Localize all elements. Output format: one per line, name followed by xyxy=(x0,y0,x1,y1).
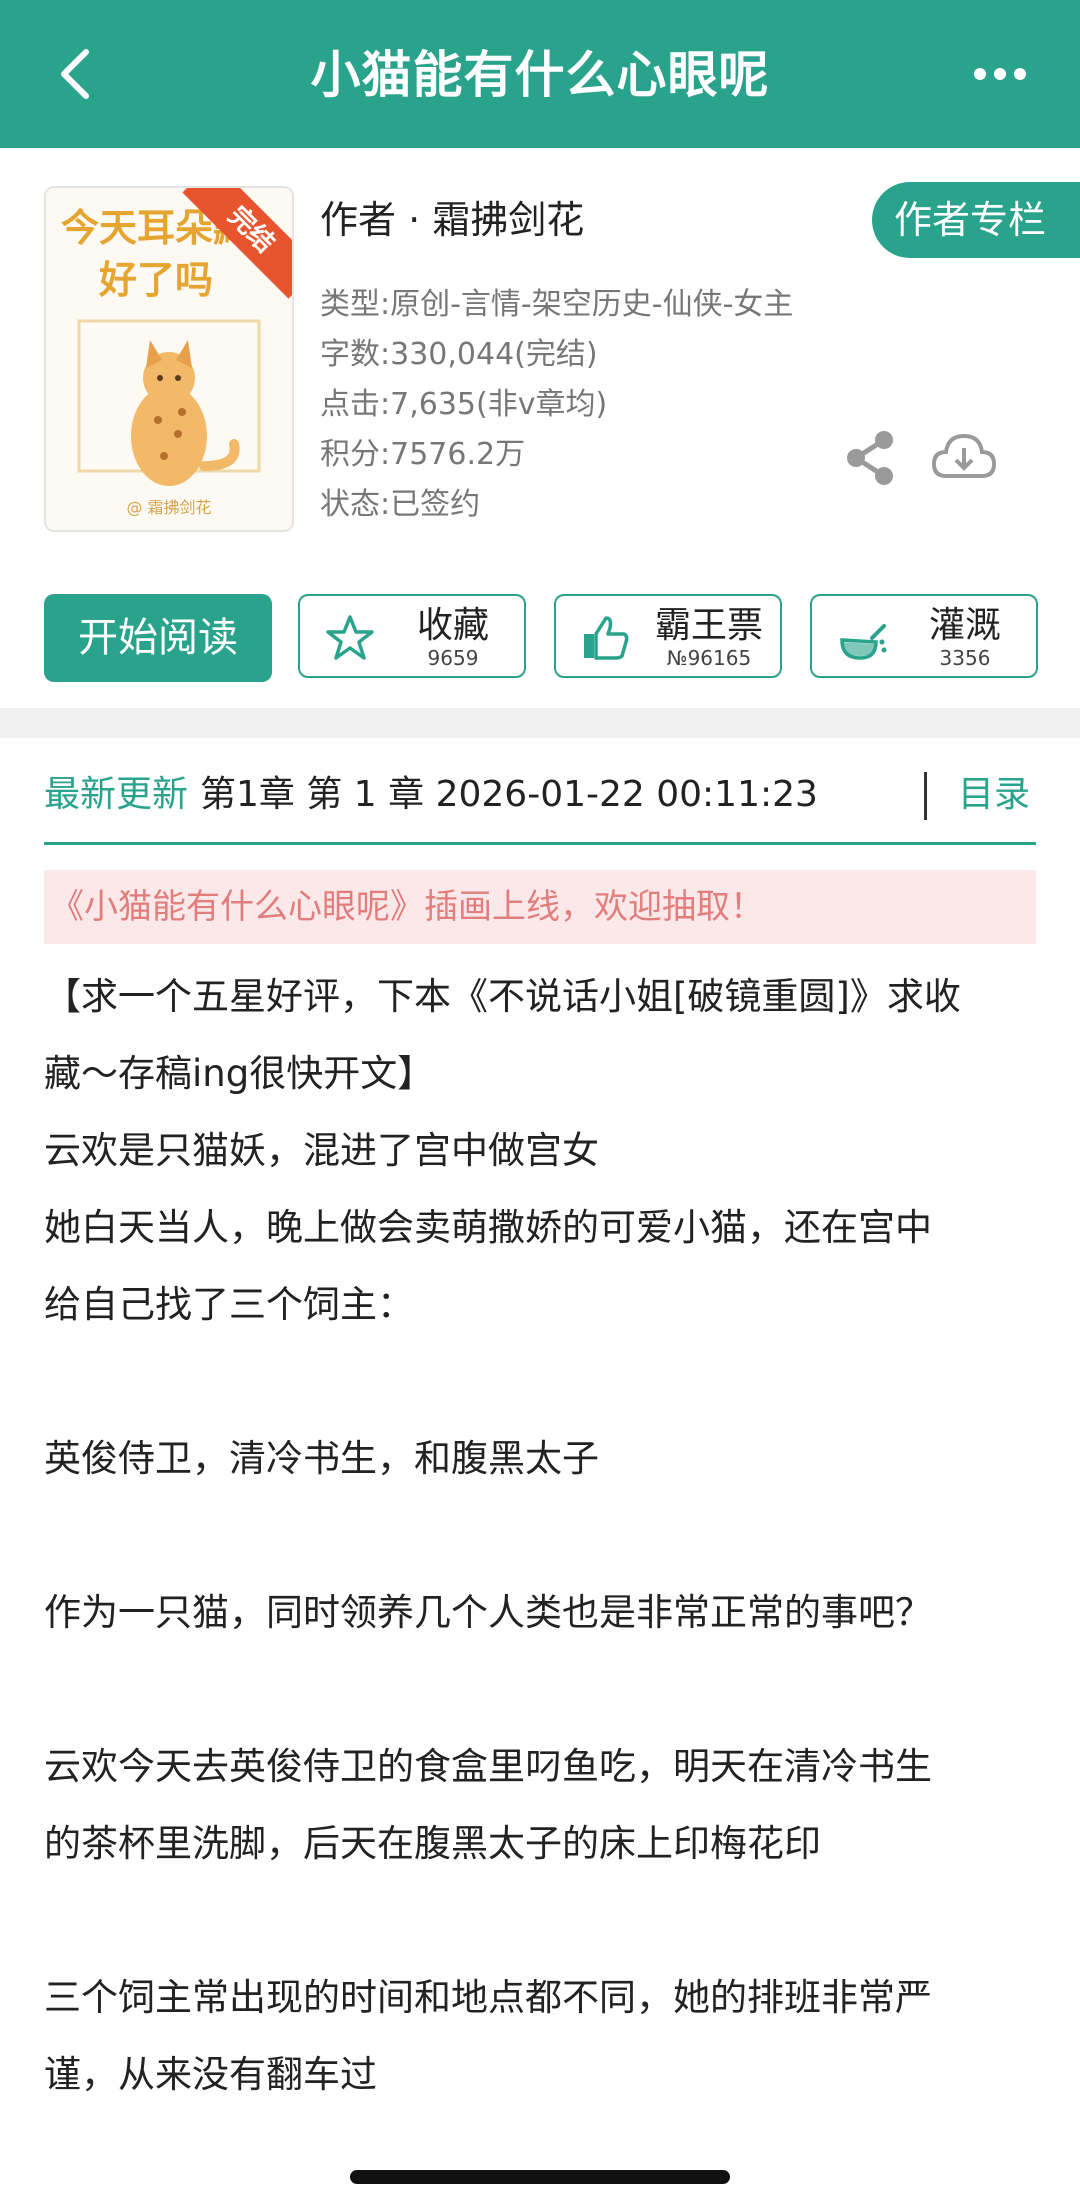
back-button[interactable] xyxy=(36,34,116,114)
collect-label: 收藏 xyxy=(416,605,489,646)
description-line: 给自己找了三个饲主： xyxy=(44,1283,414,1326)
meta-words: 字数:330,044(完结) xyxy=(320,337,598,372)
page-title: 小猫能有什么心眼呢 xyxy=(310,46,770,104)
divider xyxy=(924,772,927,820)
book-description: 【求一个五星好评，下本《不说话小姐[破镜重圆]》求收 藏～存稿ing很快开文】 … xyxy=(44,958,1044,2113)
description-line: 藏～存稿ing很快开文】 xyxy=(44,1052,435,1095)
author-column-button[interactable]: 作者专栏 xyxy=(872,182,1080,258)
description-line: 云欢今天去英俊侍卫的食盒里叼鱼吃，明天在清冷书生 xyxy=(44,1745,932,1788)
illustration-notice[interactable]: 《小猫能有什么心眼呢》插画上线，欢迎抽取！ xyxy=(44,870,1036,944)
description-line: 作为一只猫，同时领养几个人类也是非常正常的事吧？ xyxy=(44,1591,932,1634)
description-line: 【求一个五星好评，下本《不说话小姐[破镜重圆]》求收 xyxy=(44,975,961,1018)
bawang-ticket-button[interactable]: 霸王票 №96165 xyxy=(554,594,782,678)
section-divider xyxy=(0,708,1080,738)
watering-can-icon xyxy=(840,624,887,660)
share-button[interactable] xyxy=(842,428,898,488)
action-bar: 开始阅读 收藏 9659 霸王票 №96165 灌溉 3356 xyxy=(44,594,1038,682)
description-line: 英俊侍卫，清冷书生，和腹黑太子 xyxy=(44,1437,599,1480)
description-line: 云欢是只猫妖，混进了宫中做宫女 xyxy=(44,1129,599,1172)
description-line xyxy=(44,1882,1044,1959)
description-line: 谨，从来没有翻车过 xyxy=(44,2053,377,2096)
home-indicator[interactable] xyxy=(350,2170,730,2184)
water-count: 3356 xyxy=(939,646,991,670)
book-detail-page: 小猫能有什么心眼呢 今天耳朵藏好了吗 完结 @ 霜拂剑花 作者 · 霜拂剑花 作… xyxy=(0,0,1080,2208)
book-info: 今天耳朵藏好了吗 完结 @ 霜拂剑花 作者 · 霜拂剑花 作者专栏 类型:原创- xyxy=(0,148,1080,708)
author-name[interactable]: 作者 · 霜拂剑花 xyxy=(320,192,584,248)
thumbs-up-icon xyxy=(584,616,629,660)
meta-score: 积分:7576.2万 xyxy=(320,437,526,472)
description-line xyxy=(44,1651,1044,1728)
latest-update-label: 最新更新 xyxy=(44,774,189,815)
more-horizontal-icon xyxy=(974,68,1026,80)
meta-type: 类型:原创-言情-架空历史-仙侠-女主 xyxy=(320,287,794,322)
meta-clicks: 点击:7,635(非v章均) xyxy=(320,387,608,422)
top-bar: 小猫能有什么心眼呢 xyxy=(0,0,1080,148)
cover-author-mark: @ 霜拂剑花 xyxy=(126,498,212,517)
start-reading-button[interactable]: 开始阅读 xyxy=(44,594,272,682)
description-line: 三个饲主常出现的时间和地点都不同，她的排班非常严 xyxy=(44,1976,932,2019)
bawang-count: №96165 xyxy=(666,646,752,670)
share-icon xyxy=(847,431,893,485)
cat-illustration xyxy=(77,319,261,486)
latest-update-bar[interactable]: 最新更新 第1章 第 1 章 2026-01-22 00:11:23 目录 xyxy=(44,750,1036,845)
star-icon xyxy=(326,615,374,660)
book-meta: 类型:原创-言情-架空历史-仙侠-女主 字数:330,044(完结) 点击:7,… xyxy=(320,280,793,530)
book-cover[interactable]: 今天耳朵藏好了吗 完结 @ 霜拂剑花 xyxy=(44,186,294,532)
collect-button[interactable]: 收藏 9659 xyxy=(298,594,526,678)
chevron-left-icon xyxy=(61,49,89,99)
table-of-contents-link[interactable]: 目录 xyxy=(958,770,1030,820)
description-line: 的茶杯里洗脚，后天在腹黑太子的床上印梅花印 xyxy=(44,1822,821,1865)
water-label: 灌溉 xyxy=(928,605,1001,646)
more-button[interactable] xyxy=(960,44,1040,104)
collect-count: 9659 xyxy=(427,646,479,670)
water-button[interactable]: 灌溉 3356 xyxy=(810,594,1038,678)
description-line: 她白天当人，晚上做会卖萌撒娇的可爱小猫，还在宫中 xyxy=(44,1206,932,1249)
description-line xyxy=(44,1343,1044,1420)
cloud-download-icon xyxy=(931,433,997,478)
bawang-label: 霸王票 xyxy=(654,605,763,646)
latest-chapter-text[interactable]: 第1章 第 1 章 2026-01-22 00:11:23 xyxy=(200,770,818,820)
meta-status: 状态:已签约 xyxy=(320,487,481,522)
download-button[interactable] xyxy=(930,426,998,486)
description-line xyxy=(44,1497,1044,1574)
